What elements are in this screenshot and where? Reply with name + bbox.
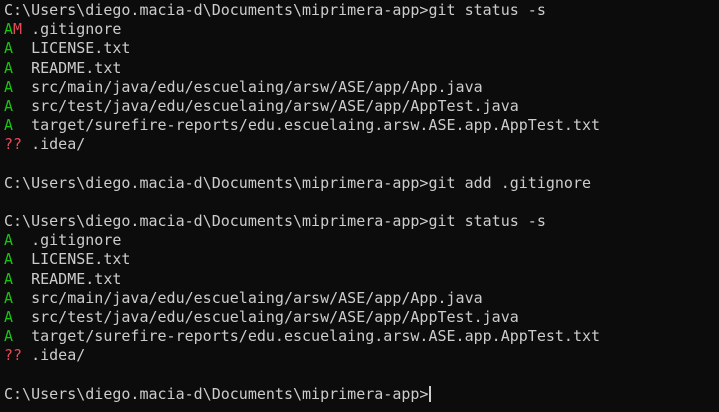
status-code-untracked: ?? (4, 346, 23, 365)
file-path: .gitignore (31, 20, 122, 39)
status-code-worktree: M (13, 20, 23, 39)
status-code: A (4, 116, 22, 134)
status-code-untracked: ?? (4, 135, 23, 154)
file-path: README.txt (31, 269, 122, 288)
status-code: A (4, 78, 22, 96)
status-code-index: A (4, 327, 14, 346)
status-line: A src/main/java/edu/escuelaing/arsw/ASE/… (4, 289, 719, 308)
status-code: A (4, 97, 22, 115)
status-code-index: A (4, 39, 14, 58)
prompt-line: C:\Users\diego.macia-d\Documents\miprime… (4, 174, 719, 193)
file-path: LICENSE.txt (31, 250, 131, 269)
status-line: ?? .idea/ (4, 346, 719, 365)
file-path: .idea/ (31, 346, 86, 365)
status-code: A (4, 327, 22, 345)
status-line: A .gitignore (4, 231, 719, 250)
file-path: src/test/java/edu/escuelaing/arsw/ASE/ap… (31, 308, 519, 326)
prompt-line: C:\Users\diego.macia-d\Documents\miprime… (4, 212, 719, 231)
status-code-index: A (4, 288, 14, 307)
status-code-index: A (4, 20, 14, 39)
status-code: ?? (4, 346, 22, 364)
file-path: README.txt (31, 58, 122, 77)
status-line: A src/test/java/edu/escuelaing/arsw/ASE/… (4, 97, 719, 116)
status-code-index: A (4, 231, 14, 250)
prompt-path: C:\Users\diego.macia-d\Documents\miprime… (4, 212, 429, 231)
status-code-index: A (4, 96, 14, 115)
status-code: A (4, 289, 22, 307)
command-text: git add .gitignore (428, 173, 592, 192)
status-code-index: A (4, 116, 14, 135)
file-path: src/main/java/edu/escuelaing/arsw/ASE/ap… (31, 77, 483, 96)
status-code: ?? (4, 135, 22, 153)
command-text: git status -s (428, 1, 546, 19)
status-code-index: A (4, 77, 14, 96)
prompt-path: C:\Users\diego.macia-d\Documents\miprime… (4, 1, 429, 19)
status-code-index: A (4, 269, 14, 288)
file-path: src/main/java/edu/escuelaing/arsw/ASE/ap… (31, 288, 483, 307)
prompt-line: C:\Users\diego.macia-d\Documents\miprime… (4, 1, 719, 20)
status-code-index: A (4, 58, 14, 77)
status-line: ?? .idea/ (4, 135, 719, 154)
text-cursor (429, 385, 432, 402)
command-text: git status -s (428, 212, 546, 231)
status-code: A (4, 270, 22, 288)
status-line: A LICENSE.txt (4, 39, 719, 58)
file-path: LICENSE.txt (31, 39, 131, 58)
status-code: A (4, 39, 22, 57)
status-line: A README.txt (4, 270, 719, 289)
status-line: A target/surefire-reports/edu.escuelaing… (4, 327, 719, 346)
file-path: target/surefire-reports/edu.escuelaing.a… (31, 327, 601, 346)
prompt-path: C:\Users\diego.macia-d\Documents\miprime… (4, 384, 429, 403)
status-line: A src/test/java/edu/escuelaing/arsw/ASE/… (4, 308, 719, 327)
prompt-path: C:\Users\diego.macia-d\Documents\miprime… (4, 173, 429, 192)
status-code-index: A (4, 308, 14, 326)
status-code: A (4, 250, 22, 268)
status-line: AM .gitignore (4, 20, 719, 39)
file-path: src/test/java/edu/escuelaing/arsw/ASE/ap… (31, 96, 519, 115)
status-code: AM (4, 20, 22, 38)
status-code: A (4, 59, 22, 77)
status-line: A README.txt (4, 59, 719, 78)
status-code: A (4, 308, 22, 326)
file-path: .idea/ (31, 135, 86, 154)
terminal-window[interactable]: C:\Users\diego.macia-d\Documents\miprime… (0, 0, 719, 412)
file-path: .gitignore (31, 231, 122, 250)
status-line: A target/surefire-reports/edu.escuelaing… (4, 116, 719, 135)
prompt-line: C:\Users\diego.macia-d\Documents\miprime… (4, 385, 719, 404)
status-line: A src/main/java/edu/escuelaing/arsw/ASE/… (4, 78, 719, 97)
status-code: A (4, 231, 22, 249)
file-path: target/surefire-reports/edu.escuelaing.a… (31, 116, 601, 135)
status-code-index: A (4, 250, 14, 269)
status-line: A LICENSE.txt (4, 250, 719, 269)
